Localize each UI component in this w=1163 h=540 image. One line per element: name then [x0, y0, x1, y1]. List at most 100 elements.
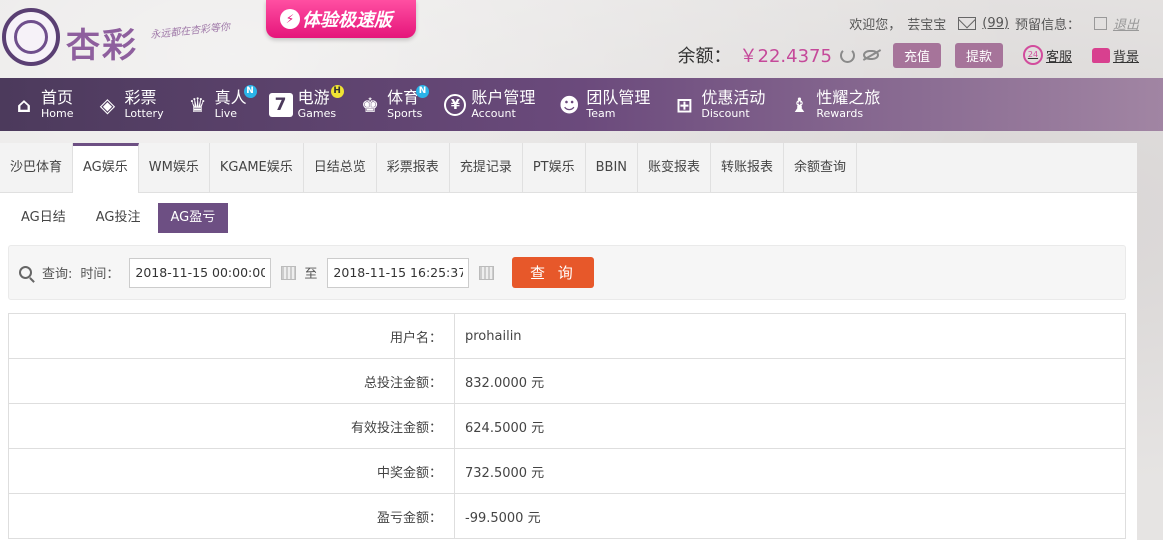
trophy-icon: ♚ [361, 92, 380, 117]
start-time-input[interactable] [129, 257, 272, 288]
tab-bbin[interactable]: BBIN [586, 143, 639, 193]
tab-wm[interactable]: WM娱乐 [139, 143, 210, 193]
header: 杏彩 永远都在杏彩等你 ⚡ 体验极速版 欢迎您， 芸宝宝 (99) 预留信息： … [0, 0, 1163, 78]
search-icon [19, 266, 32, 279]
welcome-text: 欢迎您， [849, 17, 902, 33]
nav-sublabel: Lottery [124, 107, 164, 120]
nav-sublabel: Home [41, 107, 74, 120]
sub-tabs: AG日结 AG投注 AG盈亏 [0, 193, 1137, 238]
new-badge: N [243, 85, 257, 98]
user-bar: 欢迎您， 芸宝宝 (99) 预留信息： 退出 [849, 14, 1139, 33]
nav-sublabel: Games [297, 107, 337, 120]
field-label: 盈亏金额： [8, 493, 455, 539]
nav-item-team[interactable]: ☻ 团队管理 Team [553, 78, 660, 131]
calendar-icon[interactable] [479, 265, 495, 280]
tab-daily-overview[interactable]: 日结总览 [304, 143, 377, 193]
balance-value: ￥22.4375 [739, 46, 832, 67]
nav-item-rewards[interactable]: ♝ 性耀之旅 Rewards [783, 78, 890, 131]
home-icon: ⌂ [16, 92, 32, 117]
customer-service-label: 客服 [1045, 49, 1072, 65]
nav-item-live[interactable]: ♛ 真人 Live N [182, 78, 257, 131]
table-row: 中奖金额： 732.5000 元 [8, 448, 1126, 494]
nav-label: 首页 [41, 88, 74, 107]
field-label: 中奖金额： [8, 448, 455, 494]
nav-sublabel: Live [214, 107, 238, 120]
nav-item-games[interactable]: 7 电游 Games H [265, 78, 346, 131]
logo-slogan: 永远都在杏彩等你 [149, 21, 231, 42]
end-time-input[interactable] [327, 257, 470, 288]
balance-row: 余额： ￥22.4375 充值 提款 24 客服 背景 [678, 42, 1139, 68]
tab-deposit-withdraw-records[interactable]: 充提记录 [450, 143, 523, 193]
nav-item-discount[interactable]: ⊞ 优惠活动 Discount [668, 78, 775, 131]
field-label: 有效投注金额： [8, 403, 455, 449]
shirt-icon [1091, 47, 1110, 63]
skin-label: 背景 [1112, 49, 1139, 65]
tab-balance-query[interactable]: 余额查询 [784, 143, 858, 193]
calendar-icon[interactable] [281, 265, 297, 280]
query-button[interactable]: 查 询 [512, 257, 595, 288]
deposit-button[interactable]: 充值 [892, 42, 941, 68]
logo[interactable]: 杏彩 永远都在杏彩等你 [0, 6, 240, 70]
tab-pt[interactable]: PT娱乐 [523, 143, 586, 193]
new-badge: N [416, 85, 430, 98]
nav-sublabel: Rewards [816, 107, 864, 120]
nav-sublabel: Account [471, 107, 516, 120]
tab-kgame[interactable]: KGAME娱乐 [210, 143, 304, 193]
refresh-icon[interactable] [839, 47, 855, 63]
table-row: 总投注金额： 832.0000 元 [8, 358, 1126, 404]
subtab-ag-profit-loss[interactable]: AG盈亏 [157, 203, 229, 233]
subtab-ag-bets[interactable]: AG投注 [83, 203, 154, 233]
query-label: 查询: [42, 267, 73, 282]
tab-transfer-report[interactable]: 转账报表 [711, 143, 785, 193]
query-bar: 查询: 时间： 至 查 询 [8, 245, 1126, 300]
lottery-ticket-icon: ◈ [99, 92, 116, 117]
skin-link[interactable]: 背景 [1091, 46, 1139, 65]
logo-text: 杏彩 [66, 26, 138, 66]
nav-item-lottery[interactable]: ◈ 彩票 Lottery [91, 78, 173, 131]
profit-loss-table: 用户名： prohailin 总投注金额： 832.0000 元 有效投注金额：… [8, 313, 1126, 539]
nav-sublabel: Discount [701, 107, 750, 120]
slot-seven-icon: 7 [268, 92, 293, 117]
nav-label: 优惠活动 [701, 88, 766, 107]
report-tabs: 沙巴体育 AG娱乐 WM娱乐 KGAME娱乐 日结总览 彩票报表 充提记录 PT… [0, 143, 1137, 193]
withdraw-button[interactable]: 提款 [954, 42, 1003, 68]
nav-label: 性耀之旅 [816, 88, 881, 107]
to-label: 至 [304, 267, 318, 282]
nav-item-account[interactable]: ¥ 账户管理 Account [440, 78, 545, 131]
mail-icon[interactable] [958, 16, 977, 30]
hide-balance-icon[interactable] [862, 50, 879, 60]
logout-link[interactable]: 退出 [1113, 14, 1139, 33]
nav-item-sports[interactable]: ♚ 体育 Sports N [354, 78, 432, 131]
nav-sublabel: Team [586, 107, 616, 120]
edit-icon[interactable] [1093, 16, 1107, 30]
main-nav: ⌂ 首页 Home ◈ 彩票 Lottery ♛ 真人 Live N 7 电游 Game… [0, 78, 1163, 131]
field-value: prohailin [454, 313, 1126, 359]
tab-account-change-report[interactable]: 账变报表 [638, 143, 712, 193]
table-row: 有效投注金额： 624.5000 元 [8, 403, 1126, 449]
promo-label: 体验极速版 [302, 10, 392, 31]
subtab-ag-daily[interactable]: AG日结 [8, 203, 79, 233]
tab-ag[interactable]: AG娱乐 [73, 143, 139, 193]
customer-service-link[interactable]: 24 客服 [1022, 45, 1072, 65]
messages-count-link[interactable]: (99) [982, 16, 1009, 31]
rewards-figure-icon: ♝ [790, 92, 809, 117]
field-value: -99.5000 元 [454, 493, 1126, 539]
hot-badge: H [330, 85, 344, 98]
promo-fast-version-button[interactable]: ⚡ 体验极速版 [266, 0, 416, 38]
reserved-info-label: 预留信息： [1014, 17, 1080, 33]
table-row: 用户名： prohailin [8, 313, 1126, 359]
tab-lottery-report[interactable]: 彩票报表 [377, 143, 450, 193]
username: 芸宝宝 [907, 17, 947, 33]
headset-24-icon: 24 [1022, 45, 1043, 65]
field-value: 732.5000 元 [454, 448, 1126, 494]
live-dealer-icon: ♛ [188, 92, 207, 117]
nav-item-home[interactable]: ⌂ 首页 Home [8, 78, 83, 131]
yen-coin-icon: ¥ [444, 93, 467, 116]
tab-saba-sports[interactable]: 沙巴体育 [0, 143, 74, 193]
nav-label: 真人 [214, 88, 247, 107]
table-row: 盈亏金额： -99.5000 元 [8, 493, 1126, 539]
nav-label: 账户管理 [471, 88, 536, 107]
field-label: 用户名： [8, 313, 455, 359]
field-label: 总投注金额： [8, 358, 455, 404]
gift-icon: ⊞ [675, 92, 693, 117]
